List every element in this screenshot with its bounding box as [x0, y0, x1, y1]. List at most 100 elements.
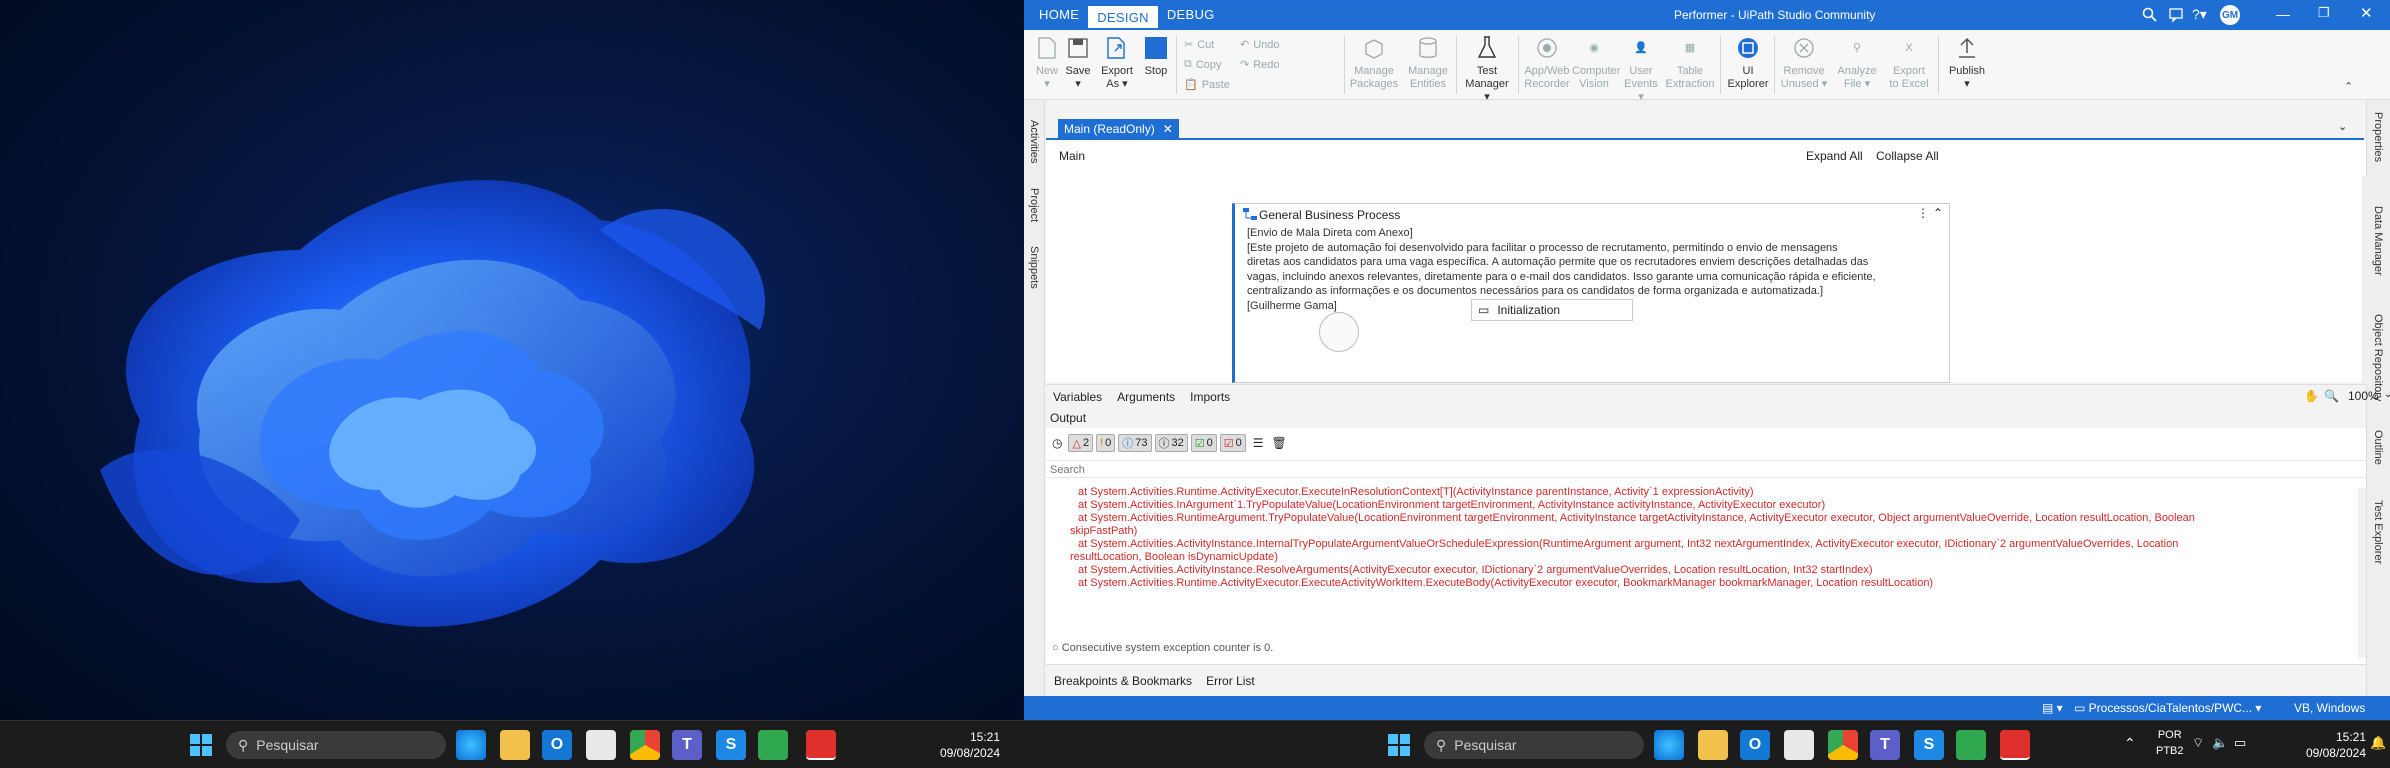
outline-tab[interactable]: Outline: [2372, 430, 2384, 465]
errors-filter[interactable]: △ 2: [1068, 434, 1094, 452]
activities-tab[interactable]: Activities: [1028, 120, 1040, 163]
ui-explorer-button[interactable]: UI Explorer: [1726, 34, 1770, 91]
project-tab[interactable]: Project: [1028, 188, 1040, 222]
variables-tab[interactable]: Variables: [1053, 390, 1102, 404]
timestamp-icon[interactable]: ◷: [1052, 436, 1062, 450]
undo-button[interactable]: ↶ Undo: [1240, 38, 1280, 52]
assistant-icon[interactable]: [1956, 730, 1986, 760]
language-indicator[interactable]: POR PTB2: [2156, 727, 2184, 759]
help-icon[interactable]: ?▾: [2192, 6, 2207, 23]
project-path[interactable]: ▭ Processos/CiaTalentos/PWC... ▾: [2074, 701, 2261, 715]
expand-all-button[interactable]: Expand All: [1806, 149, 1863, 163]
tray-chevron-icon[interactable]: ⌃: [2124, 735, 2136, 752]
zoom-level[interactable]: 100%: [2348, 389, 2379, 403]
taskbar-search[interactable]: ⚲ Pesquisar: [1424, 731, 1644, 759]
teams-icon[interactable]: T: [1870, 730, 1900, 760]
teams-icon[interactable]: T: [672, 730, 702, 760]
manage-packages-button[interactable]: Manage Packages: [1348, 34, 1400, 91]
success-filter[interactable]: ☑ 0: [1190, 434, 1217, 452]
search-icon[interactable]: [2142, 7, 2158, 23]
menu-debug[interactable]: DEBUG: [1158, 0, 1224, 30]
test-manager-button[interactable]: Test Manager ▾: [1462, 34, 1512, 104]
close-tab-icon[interactable]: ✕: [1163, 122, 1173, 136]
new-button[interactable]: New ▾: [1032, 34, 1062, 91]
test-explorer-tab[interactable]: Test Explorer: [2372, 500, 2384, 564]
avatar[interactable]: GM: [2220, 5, 2240, 25]
breakpoints-tab[interactable]: Breakpoints & Bookmarks: [1054, 674, 1192, 688]
table-extraction-button[interactable]: ▦ Table Extraction: [1664, 34, 1716, 91]
start-node-icon[interactable]: [1319, 312, 1359, 352]
paste-button[interactable]: 📋 Paste: [1184, 78, 1230, 92]
calendar-icon[interactable]: [1784, 730, 1814, 760]
analyze-file-button[interactable]: ⚲ Analyze File ▾: [1834, 34, 1880, 91]
calendar-icon[interactable]: [586, 730, 616, 760]
snippets-tab[interactable]: Snippets: [1028, 246, 1040, 289]
collapse-all-button[interactable]: Collapse All: [1876, 149, 1939, 163]
output-scrollbar[interactable]: [2358, 488, 2366, 658]
volume-icon[interactable]: 🔈: [2212, 735, 2228, 751]
robot-app-icon[interactable]: [806, 730, 836, 760]
collapse-ribbon-icon[interactable]: ⌃: [2344, 80, 2353, 93]
general-business-process-card[interactable]: General Business Process ⋮ ⌃ [Envio de M…: [1232, 203, 1950, 383]
initialization-state[interactable]: ▭ Initialization: [1471, 299, 1633, 321]
menu-design[interactable]: DESIGN: [1088, 6, 1158, 30]
hand-tool-icon[interactable]: ✋: [2304, 389, 2319, 403]
export-to-excel-button[interactable]: X Export to Excel: [1884, 34, 1934, 91]
windows-start-icon[interactable]: [186, 730, 216, 760]
copy-button[interactable]: ⧉ Copy: [1184, 58, 1222, 71]
card-menu-icon[interactable]: ⋮: [1917, 206, 1929, 220]
trace-filter[interactable]: ⓘ 32: [1154, 434, 1188, 452]
tab-dropdown-icon[interactable]: ⌄: [2338, 120, 2347, 133]
studio-icon[interactable]: S: [1914, 730, 1944, 760]
windows-start-icon[interactable]: [1384, 730, 1414, 760]
studio-icon[interactable]: S: [716, 730, 746, 760]
outlook-icon[interactable]: O: [1740, 730, 1770, 760]
robot-app-icon[interactable]: [2000, 730, 2030, 760]
manage-entities-button[interactable]: Manage Entities: [1404, 34, 1452, 91]
file-explorer-icon[interactable]: [1698, 730, 1728, 760]
taskbar-clock[interactable]: 15:21 09/08/2024: [940, 729, 1000, 761]
remove-unused-button[interactable]: Remove Unused ▾: [1778, 34, 1830, 91]
cut-button[interactable]: ✂ Cut: [1184, 38, 1214, 52]
save-button[interactable]: Save ▾: [1062, 34, 1094, 91]
chrome-icon[interactable]: [1828, 730, 1858, 760]
imports-tab[interactable]: Imports: [1190, 390, 1230, 404]
stop-button[interactable]: Stop: [1140, 34, 1172, 78]
zoom-search-icon[interactable]: 🔍: [2324, 389, 2339, 403]
breadcrumb[interactable]: Main: [1059, 149, 1085, 163]
export-as-button[interactable]: Export As ▾: [1096, 34, 1138, 91]
minimize-icon[interactable]: —: [2276, 6, 2290, 22]
failure-filter[interactable]: ☑ 0: [1219, 434, 1246, 452]
restore-icon[interactable]: ❐: [2318, 5, 2330, 21]
designer-scrollbar[interactable]: [2362, 176, 2370, 386]
zoom-dropdown-icon[interactable]: ⌄: [2384, 389, 2390, 400]
taskbar-search[interactable]: ⚲ Pesquisar: [226, 731, 446, 759]
taskbar-clock[interactable]: 15:21 09/08/2024: [2300, 729, 2366, 761]
close-icon[interactable]: ✕: [2360, 4, 2373, 22]
chrome-icon[interactable]: [630, 730, 660, 760]
doc-tab-main[interactable]: Main (ReadOnly) ✕: [1058, 119, 1179, 139]
outlook-icon[interactable]: O: [542, 730, 572, 760]
edge-icon[interactable]: [456, 730, 486, 760]
battery-icon[interactable]: ▭: [2234, 735, 2246, 751]
clear-output-icon[interactable]: 🗑: [1272, 436, 1287, 450]
source-control-icon[interactable]: ▤ ▾: [2042, 701, 2063, 715]
output-search-input[interactable]: Search: [1046, 460, 2366, 478]
menu-home[interactable]: HOME: [1030, 0, 1088, 30]
data-manager-tab[interactable]: Data Manager: [2372, 206, 2384, 276]
assistant-icon[interactable]: [758, 730, 788, 760]
app-web-recorder-button[interactable]: App/Web Recorder: [1522, 34, 1572, 91]
error-list-tab[interactable]: Error List: [1206, 674, 1255, 688]
edge-icon[interactable]: [1654, 730, 1684, 760]
computer-vision-button[interactable]: ◉ Computer Vision: [1572, 34, 1620, 91]
notification-bell-icon[interactable]: 🔔: [2370, 735, 2386, 751]
file-explorer-icon[interactable]: [500, 730, 530, 760]
properties-tab[interactable]: Properties: [2372, 112, 2384, 162]
wifi-icon[interactable]: ⌔: [2192, 735, 2204, 751]
redo-button[interactable]: ↷ Redo: [1240, 58, 1280, 72]
feedback-icon[interactable]: [2168, 7, 2184, 23]
publish-button[interactable]: Publish ▾: [1942, 34, 1992, 91]
list-view-icon[interactable]: ☰: [1253, 436, 1264, 450]
collapse-card-icon[interactable]: ⌃: [1933, 206, 1943, 220]
arguments-tab[interactable]: Arguments: [1117, 390, 1175, 404]
